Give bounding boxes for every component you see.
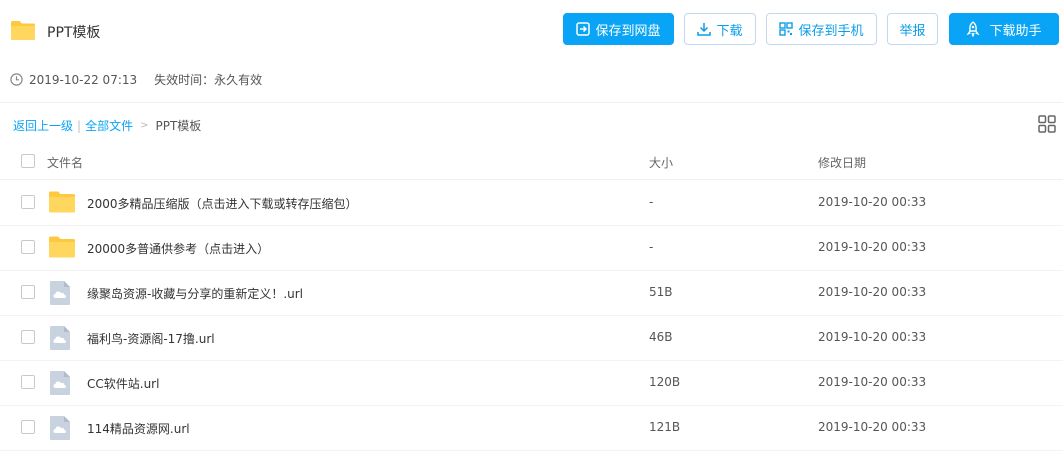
file-date: 2019-10-20 00:33 [818,195,927,209]
breadcrumb-current: PPT模板 [155,119,202,133]
breadcrumb: 返回上一级 | 全部文件 > PPT模板 [13,117,201,134]
breadcrumb-arrow: > [140,120,149,131]
save-to-cloud-button[interactable]: 保存到网盘 [563,13,674,45]
page-title: PPT模板 [47,25,101,41]
link-file-icon [50,416,70,440]
folder-icon [49,236,75,258]
header-divider [0,102,1063,103]
rocket-icon [966,21,981,37]
report-label: 举报 [899,23,926,39]
breadcrumb-back-link[interactable]: 返回上一级 [13,117,73,134]
select-all-checkbox[interactable] [21,154,35,168]
link-file-icon [50,326,70,350]
file-date: 2019-10-20 00:33 [818,420,927,434]
row-checkbox[interactable] [21,285,35,299]
qr-code-icon [779,22,794,36]
clock-icon [10,73,23,86]
file-date: 2019-10-20 00:33 [818,330,927,344]
share-meta: 2019-10-22 07:13 失效时间：永久有效 [10,71,262,88]
column-header-date[interactable]: 修改日期 [818,154,866,171]
table-row[interactable]: 福利鸟-资源阁-17撸.url 46B 2019-10-20 00:33 [0,315,1063,361]
folder-icon [11,21,35,40]
download-button[interactable]: 下载 [684,13,756,45]
file-name[interactable]: 2000多精品压缩版（点击进入下载或转存压缩包） [87,195,358,212]
file-name[interactable]: 114精品资源网.url [87,420,190,437]
link-file-icon [50,281,70,305]
table-header: 文件名 大小 修改日期 [0,143,1063,180]
file-name[interactable]: 缘聚岛资源-收藏与分享的重新定义！.url [87,285,303,302]
file-size: 120B [649,375,681,389]
file-name[interactable]: 20000多普通供参考（点击进入） [87,240,269,257]
breadcrumb-separator: | [77,118,82,133]
column-header-size[interactable]: 大小 [649,154,673,171]
download-helper-label: 下载助手 [989,23,1042,39]
file-size: - [649,240,654,254]
column-header-name[interactable]: 文件名 [47,154,83,171]
table-row[interactable]: 2000多精品压缩版（点击进入下载或转存压缩包） - 2019-10-20 00:3… [0,180,1063,226]
report-button[interactable]: 举报 [887,13,938,45]
file-name[interactable]: CC软件站.url [87,375,159,392]
download-label: 下载 [716,23,743,39]
file-size: - [649,195,654,209]
row-checkbox[interactable] [21,195,35,209]
file-size: 121B [649,420,681,434]
expire-time: 失效时间：永久有效 [154,73,263,87]
file-date: 2019-10-20 00:33 [818,375,927,389]
save-to-phone-label: 保存到手机 [798,23,864,39]
folder-icon [49,191,75,213]
download-icon [697,23,712,36]
link-file-icon [50,371,70,395]
save-to-cloud-icon [576,22,591,36]
row-checkbox[interactable] [21,375,35,389]
share-time: 2019-10-22 07:13 [29,72,138,87]
row-checkbox[interactable] [21,420,35,434]
save-to-phone-button[interactable]: 保存到手机 [766,13,877,45]
file-date: 2019-10-20 00:33 [818,240,927,254]
file-size: 46B [649,330,673,344]
row-checkbox[interactable] [21,240,35,254]
download-helper-button[interactable]: 下载助手 [949,13,1059,45]
file-name[interactable]: 福利鸟-资源阁-17撸.url [87,330,215,347]
file-size: 51B [649,285,673,299]
table-row[interactable]: 114精品资源网.url 121B 2019-10-20 00:33 [0,405,1063,451]
table-row[interactable]: 20000多普通供参考（点击进入） - 2019-10-20 00:33 [0,225,1063,271]
file-date: 2019-10-20 00:33 [818,285,927,299]
row-checkbox[interactable] [21,330,35,344]
table-row[interactable]: 缘聚岛资源-收藏与分享的重新定义！.url 51B 2019-10-20 00:33 [0,270,1063,316]
grid-view-icon[interactable] [1038,115,1056,133]
save-to-cloud-label: 保存到网盘 [595,23,661,39]
breadcrumb-all-files-link[interactable]: 全部文件 [85,117,133,134]
table-row[interactable]: CC软件站.url 120B 2019-10-20 00:33 [0,360,1063,406]
